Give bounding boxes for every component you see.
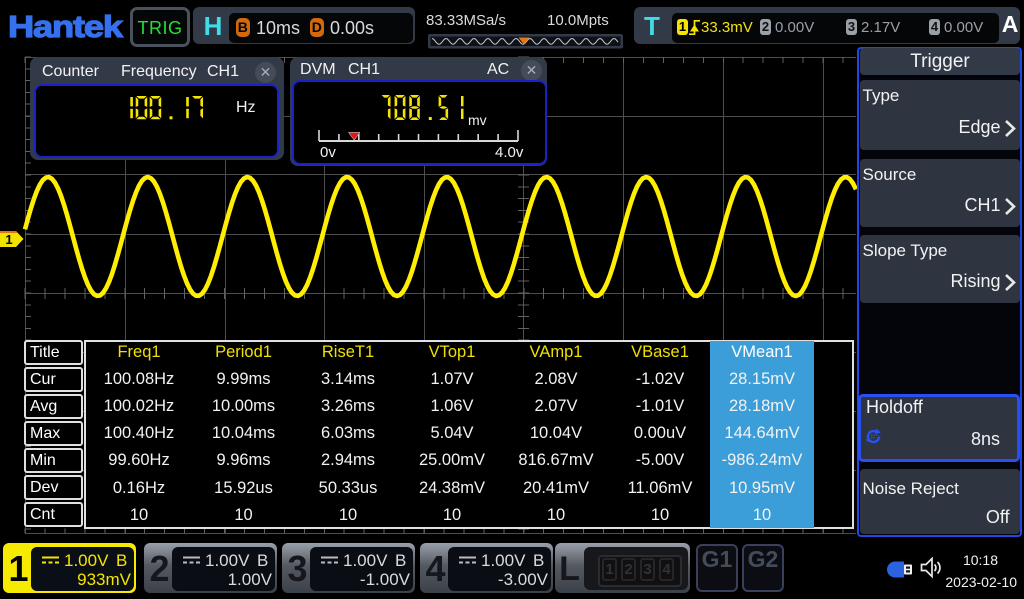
svg-text:1: 1 — [5, 232, 12, 247]
